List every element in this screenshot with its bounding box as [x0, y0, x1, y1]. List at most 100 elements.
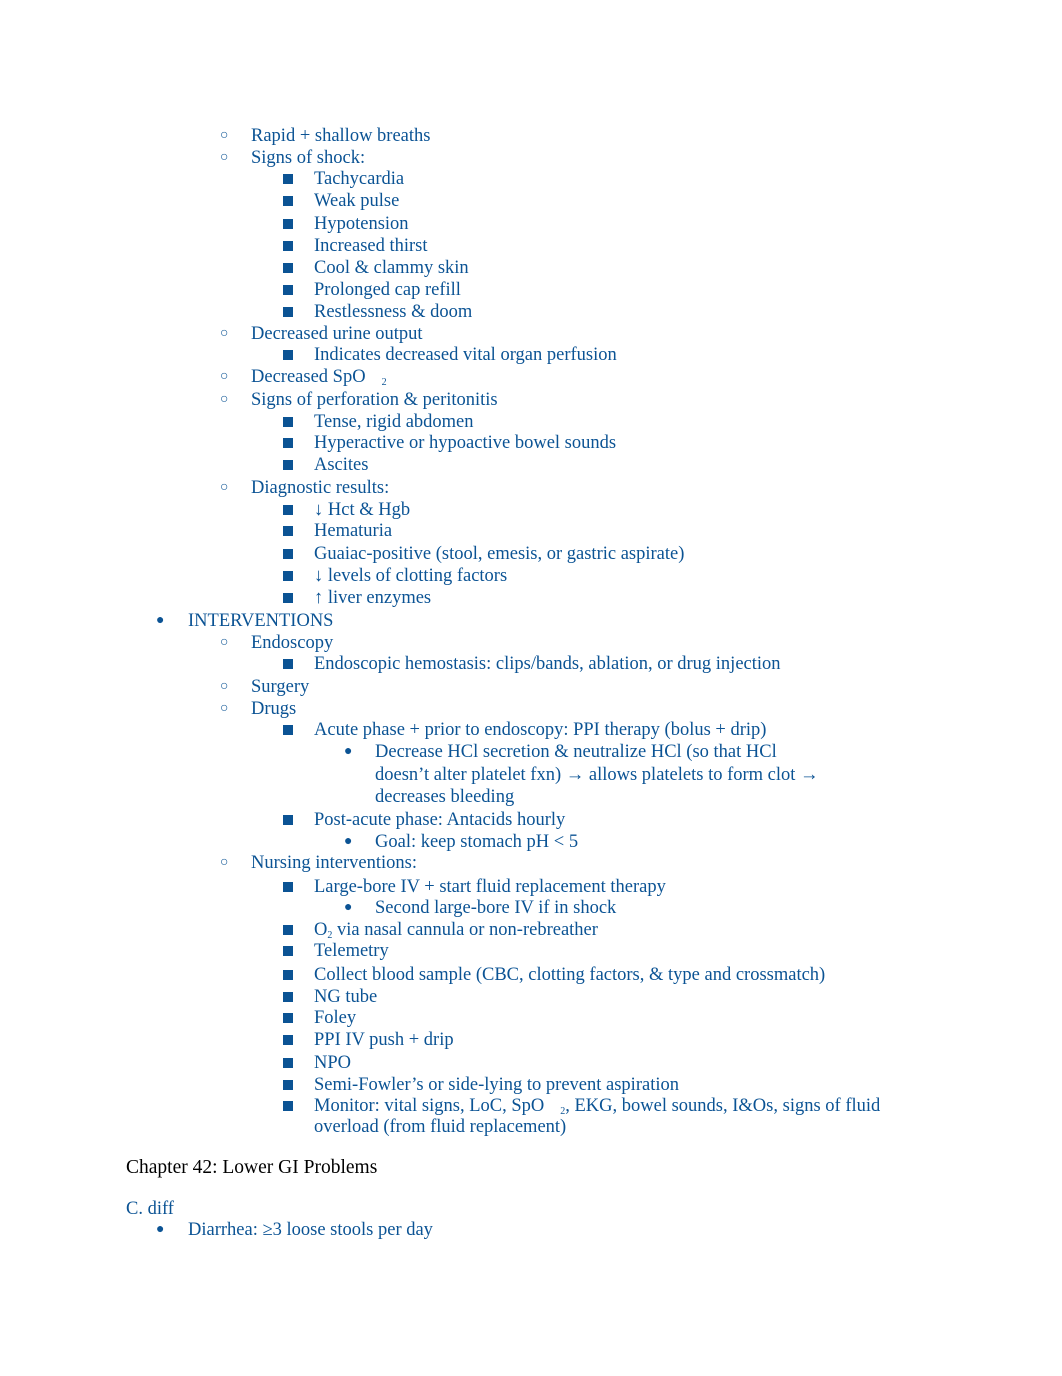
- circle-bullet-icon: ○: [220, 326, 229, 341]
- disc-bullet-icon: ●: [344, 744, 353, 759]
- list-item-label: Collect blood sample (CBC, clotting fact…: [314, 965, 826, 985]
- square-bullet-icon: [283, 190, 293, 212]
- square-bullet-icon: [283, 499, 293, 521]
- list-item-label: Drugs: [251, 699, 297, 719]
- list-item-label: Diarrhea: ≥3 loose stools per day: [188, 1220, 433, 1240]
- list-item-text: Tense, rigid abdomen: [314, 411, 474, 433]
- list-item-text: Decrease HCl secretion & neutralize HCl …: [375, 741, 777, 763]
- list-item-label: NPO: [314, 1053, 352, 1073]
- list-item-text: Hypotension: [314, 213, 409, 235]
- list-item-label: Signs of shock:: [251, 148, 366, 168]
- list-item-text: Endoscopic hemostasis: clips/bands, abla…: [314, 653, 781, 675]
- square-bullet-icon: [283, 168, 293, 190]
- section-title: C. diff: [126, 1198, 174, 1220]
- list-item-text: Foley: [314, 1007, 356, 1029]
- list-item-text: Collect blood sample (CBC, clotting fact…: [314, 964, 825, 986]
- list-item-text: Rapid + shallow breaths: [251, 125, 430, 147]
- square-bullet-icon: [283, 876, 293, 898]
- square-bullet-icon: [283, 986, 293, 1008]
- circle-bullet-icon: ○: [220, 480, 229, 495]
- list-item-label: Signs of perforation & peritonitis: [251, 390, 498, 410]
- list-item-label: Diagnostic results:: [251, 478, 390, 498]
- list-item-text: decreases bleeding: [375, 786, 514, 808]
- list-item-label: ↓ levels of clotting factors: [314, 566, 508, 586]
- list-item-label: Telemetry: [314, 941, 389, 961]
- chapter-heading: Chapter 42: Lower GI Problems: [126, 1157, 377, 1179]
- list-item-text: Large-bore IV + start fluid replacement …: [314, 876, 666, 898]
- square-bullet-icon: [283, 213, 293, 235]
- list-item-label-continued: via nasal cannula or non-rebreather: [332, 920, 598, 940]
- square-bullet-icon: [283, 653, 293, 675]
- list-item-text: Hematuria: [314, 520, 392, 542]
- circle-bullet-icon: ○: [220, 679, 229, 694]
- square-bullet-icon: [283, 587, 293, 609]
- square-bullet-icon: [283, 565, 293, 587]
- list-item-text: Signs of shock:: [251, 147, 365, 169]
- list-item-text: Acute phase + prior to endoscopy: PPI th…: [314, 719, 766, 741]
- subscript: 2: [381, 377, 387, 388]
- list-item-label: Prolonged cap refill: [314, 280, 461, 300]
- list-item-label: decreases bleeding: [375, 787, 515, 807]
- square-bullet-icon: [283, 1074, 293, 1096]
- square-bullet-icon: [283, 719, 293, 741]
- list-item-label: NG tube: [314, 987, 378, 1007]
- square-bullet-icon: [283, 809, 293, 831]
- list-item-label: Second large-bore IV if in shock: [375, 898, 617, 918]
- list-item-text: Hyperactive or hypoactive bowel sounds: [314, 432, 616, 454]
- square-bullet-icon: [283, 543, 293, 565]
- circle-bullet-icon: ○: [220, 392, 229, 407]
- square-bullet-icon: [283, 411, 293, 433]
- list-item-label: Indicates decreased vital organ perfusio…: [314, 345, 617, 365]
- square-bullet-icon: [283, 1095, 293, 1117]
- list-item-label: ↑ liver enzymes: [314, 588, 432, 608]
- list-item-label: Endoscopy: [251, 633, 334, 653]
- square-bullet-icon: [283, 432, 293, 454]
- circle-bullet-icon: ○: [220, 150, 229, 165]
- list-item-text: ↓ Hct & Hgb: [314, 499, 410, 521]
- list-item-text: Goal: keep stomach pH < 5: [375, 831, 578, 853]
- list-item-label: PPI IV push + drip: [314, 1030, 454, 1050]
- list-item-text: INTERVENTIONS: [188, 610, 333, 632]
- disc-bullet-icon: ●: [344, 900, 353, 915]
- list-item-text: Telemetry: [314, 940, 389, 962]
- list-item-label: C. diff: [126, 1199, 174, 1219]
- list-item-label: Increased thirst: [314, 236, 428, 256]
- list-item-label: Endoscopic hemostasis: clips/bands, abla…: [314, 654, 781, 674]
- list-item-label: O: [314, 920, 328, 940]
- list-item-text: overload (from fluid replacement): [314, 1116, 566, 1138]
- list-item-text: doesn’t alter platelet fxn) → allows pla…: [375, 764, 819, 786]
- list-item-label: Hypotension: [314, 214, 409, 234]
- list-item-label: Rapid + shallow breaths: [251, 126, 431, 146]
- circle-bullet-icon: ○: [220, 128, 229, 143]
- list-item-label: INTERVENTIONS: [188, 611, 334, 631]
- list-item-label: Chapter 42: Lower GI Problems: [126, 1157, 378, 1178]
- list-item-label: Surgery: [251, 677, 310, 697]
- square-bullet-icon: [283, 1007, 293, 1029]
- list-item-label: Large-bore IV + start fluid replacement …: [314, 877, 666, 897]
- list-item-text: Drugs: [251, 698, 296, 720]
- list-item-label: ↓ Hct & Hgb: [314, 500, 411, 520]
- list-item-label: Tense, rigid abdomen: [314, 412, 474, 432]
- list-item-text: Cool & clammy skin: [314, 257, 469, 279]
- list-item-label: Cool & clammy skin: [314, 258, 469, 278]
- list-item-text: Decreased urine output: [251, 323, 423, 345]
- list-item-text: PPI IV push + drip: [314, 1029, 454, 1051]
- list-item-text: NG tube: [314, 986, 377, 1008]
- square-bullet-icon: [283, 964, 293, 986]
- list-item-text: Post-acute phase: Antacids hourly: [314, 809, 565, 831]
- list-item-text: Tachycardia: [314, 168, 404, 190]
- list-item-label: Ascites: [314, 455, 369, 475]
- square-bullet-icon: [283, 279, 293, 301]
- list-item-label: Hematuria: [314, 521, 393, 541]
- list-item-label: Weak pulse: [314, 191, 400, 211]
- list-item-text: ↓ levels of clotting factors: [314, 565, 507, 587]
- disc-bullet-icon: ●: [156, 1222, 165, 1237]
- square-bullet-icon: [283, 919, 293, 941]
- circle-bullet-icon: ○: [220, 635, 229, 650]
- list-item-label: Decreased SpO: [251, 367, 366, 387]
- list-item-text: Surgery: [251, 676, 309, 698]
- list-item-label: Monitor: vital signs, LoC, SpO: [314, 1096, 545, 1116]
- list-item-label: Post-acute phase: Antacids hourly: [314, 810, 566, 830]
- list-item-text: Diarrhea: ≥3 loose stools per day: [188, 1219, 433, 1241]
- list-item-label: Tachycardia: [314, 169, 405, 189]
